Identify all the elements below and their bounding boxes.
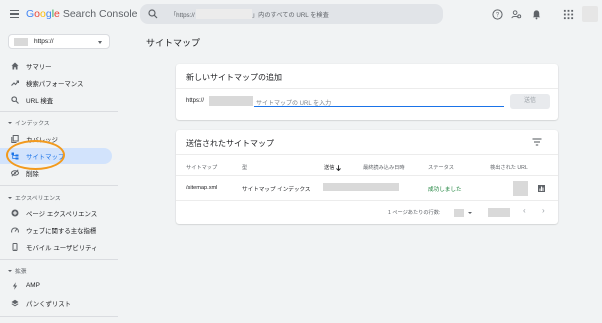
apps-grid-icon[interactable] <box>563 9 574 20</box>
section-heading: 拡張 <box>15 269 27 275</box>
card-title: 新しいサイトマップの追加 <box>186 73 282 82</box>
column-header[interactable]: 検出された URL <box>490 164 528 171</box>
app-logo[interactable]: Google Search Console <box>26 8 138 20</box>
sidebar-item-label: ウェブに関する主な指標 <box>26 228 97 235</box>
status-badge: 成功しました <box>428 187 462 193</box>
redacted-count <box>513 181 528 196</box>
input-placeholder: サイトマップの URL を入力 <box>256 101 332 107</box>
users-settings-icon[interactable] <box>511 9 522 20</box>
redacted-domain <box>209 96 253 106</box>
sidebar-item-label: URL 検査 <box>26 98 54 105</box>
menu-icon[interactable] <box>10 10 19 18</box>
sitemap-url-input[interactable]: サイトマップの URL を入力 <box>254 96 504 107</box>
chevron-down-icon <box>468 212 472 214</box>
rows-per-page-label: 1 ページあたりの行数: <box>388 210 441 216</box>
chevron-down-icon <box>98 41 102 44</box>
rows-per-page-select[interactable] <box>454 209 464 217</box>
card-divider <box>176 88 558 89</box>
previous-page-icon[interactable]: ‹ <box>523 206 526 215</box>
chevron-down-icon <box>8 197 12 200</box>
avatar[interactable] <box>582 6 598 22</box>
sidebar-item-overview[interactable]: サマリー <box>0 58 112 74</box>
row-divider <box>176 175 558 176</box>
notifications-icon[interactable] <box>531 9 542 20</box>
next-page-icon[interactable]: › <box>542 206 545 215</box>
logo-letter: G <box>26 8 35 20</box>
url-prefix: https:// <box>186 98 205 104</box>
add-circle-icon <box>11 209 19 217</box>
sidebar-divider <box>0 111 118 112</box>
chevron-down-icon <box>8 270 12 273</box>
add-sitemap-card: 新しいサイトマップの追加 https:// サイトマップの URL を入力 送信 <box>176 64 558 120</box>
column-header-label: 送信 <box>324 165 335 171</box>
sidebar: https:// サマリー 検索パフォーマンス URL 検査 インデックス カバ… <box>0 30 118 323</box>
sidebar-item-page-experience[interactable]: ページ エクスペリエンス <box>0 205 112 221</box>
section-toggle-enhancements[interactable]: 拡張 <box>8 266 27 275</box>
trending-up-icon <box>11 80 19 86</box>
sitemap-path: /sitemap.xml <box>186 185 218 191</box>
chevron-down-icon <box>8 122 12 125</box>
card-title: 送信されたサイトマップ <box>186 139 274 148</box>
search-icon <box>148 9 158 19</box>
sidebar-item-performance[interactable]: 検索パフォーマンス <box>0 75 112 91</box>
sidebar-item-core-web-vitals[interactable]: ウェブに関する主な指標 <box>0 222 112 238</box>
sidebar-item-label: 検索パフォーマンス <box>26 81 84 88</box>
card-divider <box>176 154 558 155</box>
layers-icon <box>11 299 19 307</box>
pagination-range <box>488 208 510 217</box>
sidebar-item-label: サマリー <box>26 64 52 71</box>
svg-text:?: ? <box>496 13 500 19</box>
column-header[interactable]: ステータス <box>428 164 454 171</box>
url-inspect-search[interactable]: 「https:// 」内のすべての URL を検査 <box>140 4 443 24</box>
redacted-domain <box>196 9 252 19</box>
sidebar-item-label: AMP <box>26 282 40 289</box>
sidebar-item-mobile-usability[interactable]: モバイル ユーザビリティ <box>0 239 112 255</box>
app-header: Google Search Console 「https:// 」内のすべての … <box>0 0 602 30</box>
redacted-dates <box>323 183 399 191</box>
visibility-off-icon <box>11 169 19 177</box>
property-url: https:// <box>34 38 54 45</box>
filter-icon[interactable] <box>532 138 542 146</box>
sidebar-item-label: 削除 <box>26 171 39 178</box>
sidebar-divider <box>0 185 118 186</box>
annotation-highlight-circle <box>6 140 65 170</box>
flash-icon <box>12 282 18 290</box>
column-header-sorted[interactable]: 送信 <box>324 164 341 171</box>
logo-letter: e <box>54 8 60 20</box>
column-header[interactable]: サイトマップ <box>186 164 217 171</box>
search-icon <box>11 96 19 104</box>
logo-product-name: Search Console <box>62 8 138 20</box>
search-prefix: 「https:// <box>170 12 195 19</box>
search-suffix: 」内のすべての URL を検査 <box>252 12 329 19</box>
column-header[interactable]: 型 <box>242 164 247 171</box>
redacted-favicon <box>14 38 28 46</box>
phone-icon <box>12 243 18 251</box>
speed-icon <box>11 227 19 233</box>
sitemap-type: サイトマップ インデックス <box>242 187 311 193</box>
help-icon[interactable]: ? <box>492 9 503 20</box>
page-title: サイトマップ <box>146 38 201 48</box>
sidebar-divider <box>0 259 118 260</box>
sidebar-item-removals[interactable]: 削除 <box>0 165 112 181</box>
sidebar-divider <box>0 316 118 317</box>
sidebar-item-label: パンくずリスト <box>26 301 72 308</box>
row-divider <box>176 200 558 201</box>
submit-button[interactable]: 送信 <box>510 94 550 109</box>
section-toggle-experience[interactable]: エクスペリエンス <box>8 193 61 202</box>
column-header[interactable]: 最終読み込み日時 <box>363 164 405 171</box>
sidebar-item-label: モバイル ユーザビリティ <box>26 245 98 252</box>
property-selector[interactable]: https:// <box>8 34 110 49</box>
submitted-sitemaps-card: 送信されたサイトマップ サイトマップ 型 送信 最終読み込み日時 ステータス 検… <box>176 130 558 224</box>
bar-chart-icon[interactable] <box>538 185 545 192</box>
sidebar-item-url-inspection[interactable]: URL 検査 <box>0 92 112 108</box>
sidebar-item-label: ページ エクスペリエンス <box>26 211 98 218</box>
section-heading: インデックス <box>15 121 50 127</box>
section-toggle-index[interactable]: インデックス <box>8 118 50 127</box>
arrow-down-icon <box>336 164 341 171</box>
sidebar-item-amp[interactable]: AMP <box>0 278 112 294</box>
sidebar-item-breadcrumbs[interactable]: パンくずリスト <box>0 295 112 311</box>
section-heading: エクスペリエンス <box>15 196 61 202</box>
home-icon <box>11 62 19 70</box>
